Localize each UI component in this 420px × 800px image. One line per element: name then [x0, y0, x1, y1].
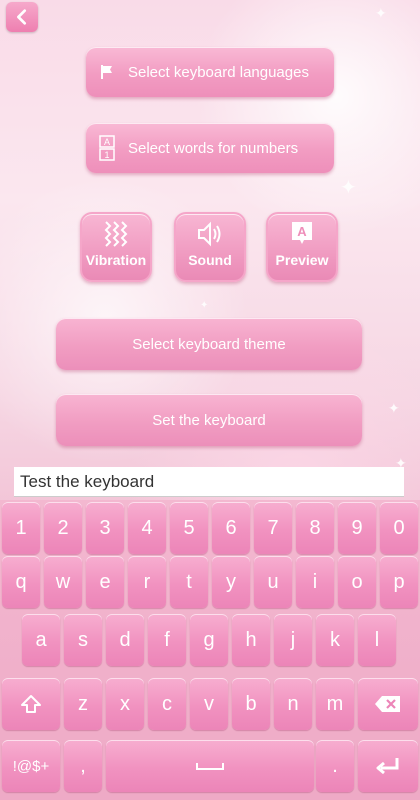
key-p[interactable]: p [380, 556, 418, 608]
back-arrow-icon [17, 9, 27, 25]
key-z[interactable]: z [64, 678, 102, 730]
select-languages-label: Select keyboard languages [128, 63, 309, 81]
back-button[interactable] [6, 2, 38, 32]
key-b[interactable]: b [232, 678, 270, 730]
select-languages-button[interactable]: Select keyboard languages [86, 47, 334, 97]
set-keyboard-label: Set the keyboard [152, 411, 266, 429]
key-c[interactable]: c [148, 678, 186, 730]
key-6[interactable]: 6 [212, 502, 250, 554]
a1-icon: A 1 [86, 135, 128, 161]
key-t[interactable]: t [170, 556, 208, 608]
vibration-button[interactable]: Vibration [80, 212, 152, 282]
key-n[interactable]: n [274, 678, 312, 730]
key-j[interactable]: j [274, 614, 312, 666]
vibration-icon [102, 220, 130, 253]
key-1[interactable]: 1 [2, 502, 40, 554]
key-i[interactable]: i [296, 556, 334, 608]
key-l[interactable]: l [358, 614, 396, 666]
key-h[interactable]: h [232, 614, 270, 666]
backspace-icon [375, 696, 400, 712]
key-3[interactable]: 3 [86, 502, 124, 554]
select-words-button[interactable]: A 1 Select words for numbers [86, 123, 334, 173]
preview-button[interactable]: A Preview [266, 212, 338, 282]
key-r[interactable]: r [128, 556, 166, 608]
comma-key[interactable]: , [64, 740, 102, 792]
key-9[interactable]: 9 [338, 502, 376, 554]
select-theme-label: Select keyboard theme [132, 335, 286, 353]
key-x[interactable]: x [106, 678, 144, 730]
svg-text:1: 1 [104, 150, 109, 160]
svg-text:A: A [297, 224, 307, 239]
letter-row-1: q w e r t y u i o p [0, 554, 420, 610]
sparkle: ✦ [388, 400, 400, 416]
period-key[interactable]: . [316, 740, 354, 792]
space-icon [196, 763, 224, 770]
flag-icon [86, 64, 128, 80]
key-a[interactable]: a [22, 614, 60, 666]
sound-button[interactable]: Sound [174, 212, 246, 282]
letter-row-2: a s d f g h j k l [0, 612, 420, 668]
enter-icon [376, 758, 399, 775]
space-key[interactable] [106, 740, 314, 792]
set-keyboard-button[interactable]: Set the keyboard [56, 394, 362, 446]
test-keyboard-input[interactable] [14, 467, 404, 497]
key-f[interactable]: f [148, 614, 186, 666]
preview-icon: A [290, 220, 314, 251]
symbols-key[interactable]: !@$+ [2, 740, 60, 792]
key-8[interactable]: 8 [296, 502, 334, 554]
number-row: 1 2 3 4 5 6 7 8 9 0 [0, 500, 420, 556]
select-theme-button[interactable]: Select keyboard theme [56, 318, 362, 370]
key-4[interactable]: 4 [128, 502, 166, 554]
key-5[interactable]: 5 [170, 502, 208, 554]
vibration-label: Vibration [85, 252, 147, 268]
key-s[interactable]: s [64, 614, 102, 666]
key-m[interactable]: m [316, 678, 354, 730]
sound-label: Sound [188, 252, 232, 268]
svg-text:A: A [104, 137, 110, 147]
key-d[interactable]: d [106, 614, 144, 666]
key-7[interactable]: 7 [254, 502, 292, 554]
key-k[interactable]: k [316, 614, 354, 666]
key-v[interactable]: v [190, 678, 228, 730]
bottom-row: !@$+ , . [0, 738, 420, 794]
key-u[interactable]: u [254, 556, 292, 608]
key-e[interactable]: e [86, 556, 124, 608]
keyboard: 1 2 3 4 5 6 7 8 9 0 q w e r t y u i o p … [0, 500, 420, 800]
key-q[interactable]: q [2, 556, 40, 608]
key-g[interactable]: g [190, 614, 228, 666]
key-y[interactable]: y [212, 556, 250, 608]
key-0[interactable]: 0 [380, 502, 418, 554]
sound-icon [196, 220, 224, 251]
key-o[interactable]: o [338, 556, 376, 608]
enter-key[interactable] [358, 740, 418, 792]
sparkle: ✦ [375, 5, 387, 21]
sparkle: ✦ [340, 177, 357, 199]
backspace-key[interactable] [358, 678, 418, 730]
sparkle: ✦ [200, 300, 209, 311]
preview-label: Preview [275, 252, 329, 268]
letter-row-3: z x c v b n m [0, 676, 420, 732]
key-2[interactable]: 2 [44, 502, 82, 554]
shift-key[interactable] [2, 678, 60, 730]
shift-icon [21, 695, 41, 713]
select-words-label: Select words for numbers [128, 139, 299, 157]
key-w[interactable]: w [44, 556, 82, 608]
